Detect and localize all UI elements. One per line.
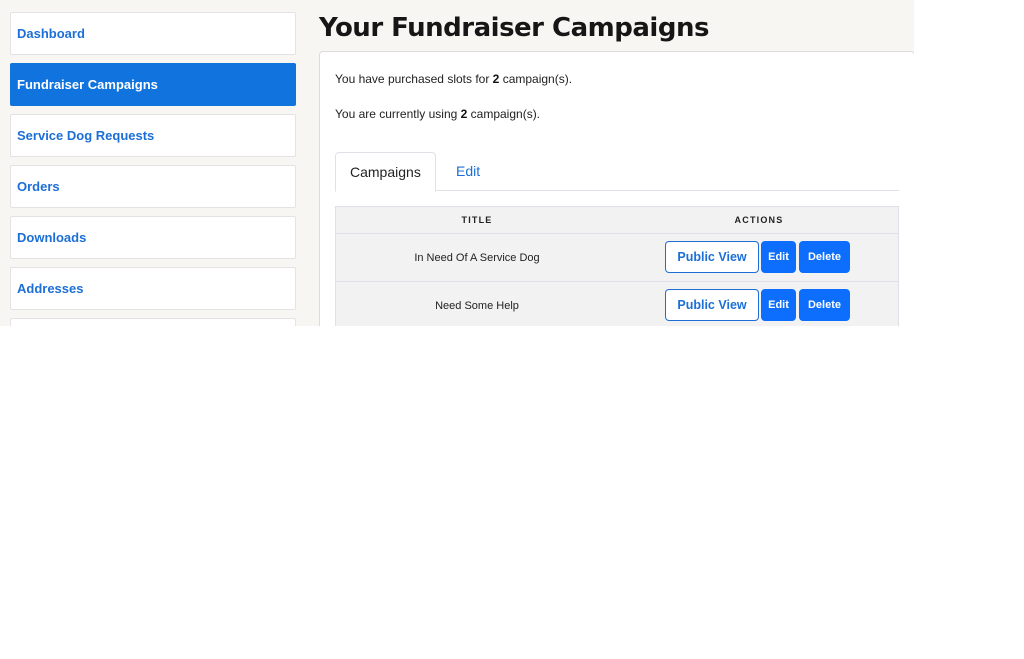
public-view-button[interactable]: Public View [665, 241, 759, 273]
sidebar-item-orders[interactable]: Orders [10, 165, 296, 208]
sidebar-item-downloads[interactable]: Downloads [10, 216, 296, 259]
campaign-title: In Need Of A Service Dog [414, 252, 540, 264]
sidebar-item-addresses[interactable]: Addresses [10, 267, 296, 310]
campaign-tabs: Campaigns Edit [335, 152, 899, 192]
delete-button[interactable]: Delete [799, 241, 850, 273]
table-row: Need Some Help Public View Edit Delete [336, 282, 898, 326]
campaigns-table: TITLE ACTIONS In Need Of A Service Dog P… [335, 206, 899, 326]
campaign-title: Need Some Help [435, 300, 519, 312]
sidebar-item-next[interactable] [10, 318, 296, 326]
table-header: TITLE ACTIONS [336, 207, 898, 234]
main-content: Your Fundraiser Campaigns You have purch… [318, 0, 914, 326]
edit-button[interactable]: Edit [761, 241, 796, 273]
tab-edit[interactable]: Edit [442, 152, 494, 191]
page-viewport: Dashboard Fundraiser Campaigns Service D… [0, 0, 914, 326]
table-row: In Need Of A Service Dog Public View Edi… [336, 234, 898, 282]
column-header-title: TITLE [461, 215, 493, 225]
account-sidebar: Dashboard Fundraiser Campaigns Service D… [10, 12, 296, 326]
edit-button[interactable]: Edit [761, 289, 796, 321]
column-header-actions: ACTIONS [734, 215, 784, 225]
public-view-button[interactable]: Public View [665, 289, 759, 321]
using-campaigns-text: You are currently using 2 campaign(s). [335, 107, 541, 121]
campaigns-card: You have purchased slots for 2 campaign(… [319, 51, 914, 326]
page-title: Your Fundraiser Campaigns [319, 13, 709, 43]
sidebar-item-service-dog-requests[interactable]: Service Dog Requests [10, 114, 296, 157]
delete-button[interactable]: Delete [799, 289, 850, 321]
sidebar-item-fundraiser-campaigns[interactable]: Fundraiser Campaigns [10, 63, 296, 106]
sidebar-item-dashboard[interactable]: Dashboard [10, 12, 296, 55]
tab-campaigns[interactable]: Campaigns [335, 152, 436, 192]
purchased-slots-text: You have purchased slots for 2 campaign(… [335, 72, 573, 86]
